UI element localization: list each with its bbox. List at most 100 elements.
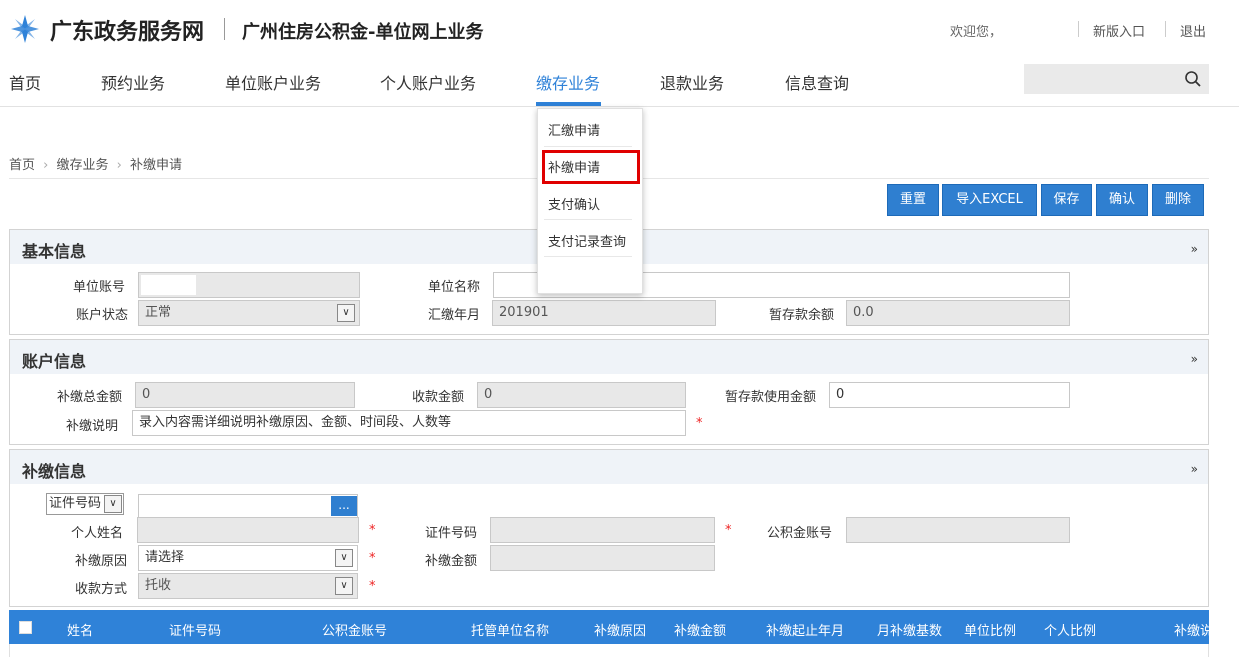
id-type-select[interactable]: 证件号码 ∨: [46, 493, 124, 515]
account-info-header[interactable]: 账户信息 »: [10, 340, 1208, 374]
received-amount-label: 收款金额: [411, 390, 464, 405]
nav-item-query[interactable]: 信息查询: [785, 70, 849, 94]
title-divider: [224, 18, 225, 40]
panel-title: 补缴信息: [22, 462, 87, 481]
logout-link[interactable]: 退出: [1180, 21, 1206, 40]
header-divider: [1078, 21, 1079, 37]
temp-used-input[interactable]: 0: [829, 382, 1070, 408]
chevron-down-icon[interactable]: ∨: [337, 304, 355, 322]
supp-reason-value: 请选择: [145, 550, 185, 565]
menu-item-payment-confirm[interactable]: 支付确认: [548, 194, 600, 213]
remit-month-field: 201901: [492, 300, 716, 326]
personal-name-label: 个人姓名: [70, 526, 123, 541]
collapse-icon[interactable]: »: [1191, 242, 1198, 256]
highlight-box: [542, 150, 640, 184]
menu-divider: [544, 219, 632, 220]
unit-name-label: 单位名称: [427, 280, 480, 295]
collapse-icon[interactable]: »: [1191, 462, 1198, 476]
note-input[interactable]: 录入内容需详细说明补缴原因、金额、时间段、人数等: [132, 410, 686, 436]
supplementary-info-header[interactable]: 补缴信息 »: [10, 450, 1208, 484]
remit-month-label: 汇缴年月: [427, 308, 480, 323]
panel-title: 账户信息: [22, 352, 87, 371]
save-button[interactable]: 保存: [1041, 184, 1092, 216]
nav-item-refund[interactable]: 退款业务: [660, 70, 724, 94]
column-header[interactable]: 托管单位名称: [471, 620, 549, 639]
fund-account-label: 公积金账号: [766, 526, 832, 541]
total-amount-field: 0: [135, 382, 355, 408]
temp-used-label: 暂存款使用金额: [724, 390, 816, 405]
breadcrumb-separator-icon: ›: [116, 158, 122, 173]
panel-title: 基本信息: [22, 242, 87, 261]
confirm-button[interactable]: 确认: [1096, 184, 1148, 216]
header-divider: [1165, 21, 1166, 37]
breadcrumb-deposit[interactable]: 缴存业务: [57, 158, 109, 173]
search-icon[interactable]: [1184, 70, 1202, 88]
import-excel-button[interactable]: 导入EXCEL: [942, 184, 1037, 216]
logo-icon: [11, 15, 39, 43]
required-mark: *: [725, 523, 732, 538]
temp-balance-field: 0.0: [846, 300, 1070, 326]
breadcrumb-current: 补缴申请: [130, 158, 183, 173]
temp-balance-label: 暂存款余额: [768, 308, 834, 323]
account-status-select[interactable]: 正常 ∨: [138, 300, 360, 326]
payment-method-label: 收款方式: [74, 582, 127, 597]
nav-item-appointment[interactable]: 预约业务: [101, 70, 165, 94]
nav-divider: [0, 106, 1239, 107]
system-title: 广州住房公积金-单位网上业务: [242, 22, 484, 43]
received-amount-field: 0: [477, 382, 686, 408]
table-body: [9, 644, 1209, 657]
account-status-value: 正常: [145, 305, 172, 320]
breadcrumb: 首页 › 缴存业务 › 补缴申请: [9, 154, 186, 173]
column-header[interactable]: 月补缴基数: [877, 620, 942, 639]
account-status-label: 账户状态: [75, 308, 128, 323]
payment-method-select[interactable]: 托收 ∨: [138, 573, 358, 599]
id-number-input[interactable]: [138, 494, 358, 518]
menu-item-payment-records[interactable]: 支付记录查询: [548, 231, 626, 250]
chevron-down-icon[interactable]: ∨: [104, 495, 122, 513]
required-mark: *: [369, 551, 376, 566]
unit-account-label: 单位账号: [72, 280, 125, 295]
breadcrumb-home[interactable]: 首页: [9, 158, 35, 173]
supp-reason-select[interactable]: 请选择 ∨: [138, 545, 358, 571]
column-header[interactable]: 补缴金额: [674, 620, 726, 639]
search-input[interactable]: [1024, 64, 1209, 94]
column-header[interactable]: 单位比例: [964, 620, 1016, 639]
column-header[interactable]: 个人比例: [1044, 620, 1096, 639]
required-mark: *: [369, 579, 376, 594]
column-header[interactable]: 补缴起止年月: [766, 620, 844, 639]
id-no-field: [490, 517, 715, 543]
required-mark: *: [369, 523, 376, 538]
nav-item-personal-account[interactable]: 个人账户业务: [380, 70, 476, 94]
lookup-button[interactable]: ...: [331, 496, 357, 516]
nav-item-home[interactable]: 首页: [9, 70, 41, 94]
column-header[interactable]: 公积金账号: [322, 620, 387, 639]
breadcrumb-separator-icon: ›: [43, 158, 49, 173]
supp-amount-field: [490, 545, 715, 571]
required-mark: *: [696, 416, 703, 431]
column-header[interactable]: 补缴原因: [594, 620, 646, 639]
deposit-dropdown-menu: 汇缴申请 补缴申请 支付确认 支付记录查询: [537, 108, 643, 294]
select-all-checkbox[interactable]: [19, 621, 32, 634]
id-no-label: 证件号码: [424, 526, 477, 541]
column-header[interactable]: 证件号码: [169, 620, 221, 639]
personal-name-field: [137, 517, 359, 543]
nav-item-deposit[interactable]: 缴存业务: [536, 70, 600, 94]
delete-button[interactable]: 删除: [1152, 184, 1204, 216]
menu-item-remit-apply[interactable]: 汇缴申请: [548, 120, 600, 139]
column-header[interactable]: 补缴说: [1174, 620, 1209, 639]
menu-divider: [544, 256, 632, 257]
payment-method-value: 托收: [145, 578, 172, 593]
id-type-value: 证件号码: [49, 496, 102, 511]
welcome-text: 欢迎您，: [950, 25, 1003, 40]
column-header[interactable]: 姓名: [67, 620, 93, 639]
reset-button[interactable]: 重置: [887, 184, 939, 216]
chevron-down-icon[interactable]: ∨: [335, 577, 353, 595]
site-name[interactable]: 广东政务服务网: [50, 14, 204, 46]
fund-account-field: [846, 517, 1070, 543]
supp-reason-label: 补缴原因: [74, 554, 127, 569]
collapse-icon[interactable]: »: [1191, 352, 1198, 366]
chevron-down-icon[interactable]: ∨: [335, 549, 353, 567]
nav-item-unit-account[interactable]: 单位账户业务: [225, 70, 321, 94]
supp-amount-label: 补缴金额: [424, 554, 477, 569]
new-version-link[interactable]: 新版入口: [1093, 21, 1145, 40]
